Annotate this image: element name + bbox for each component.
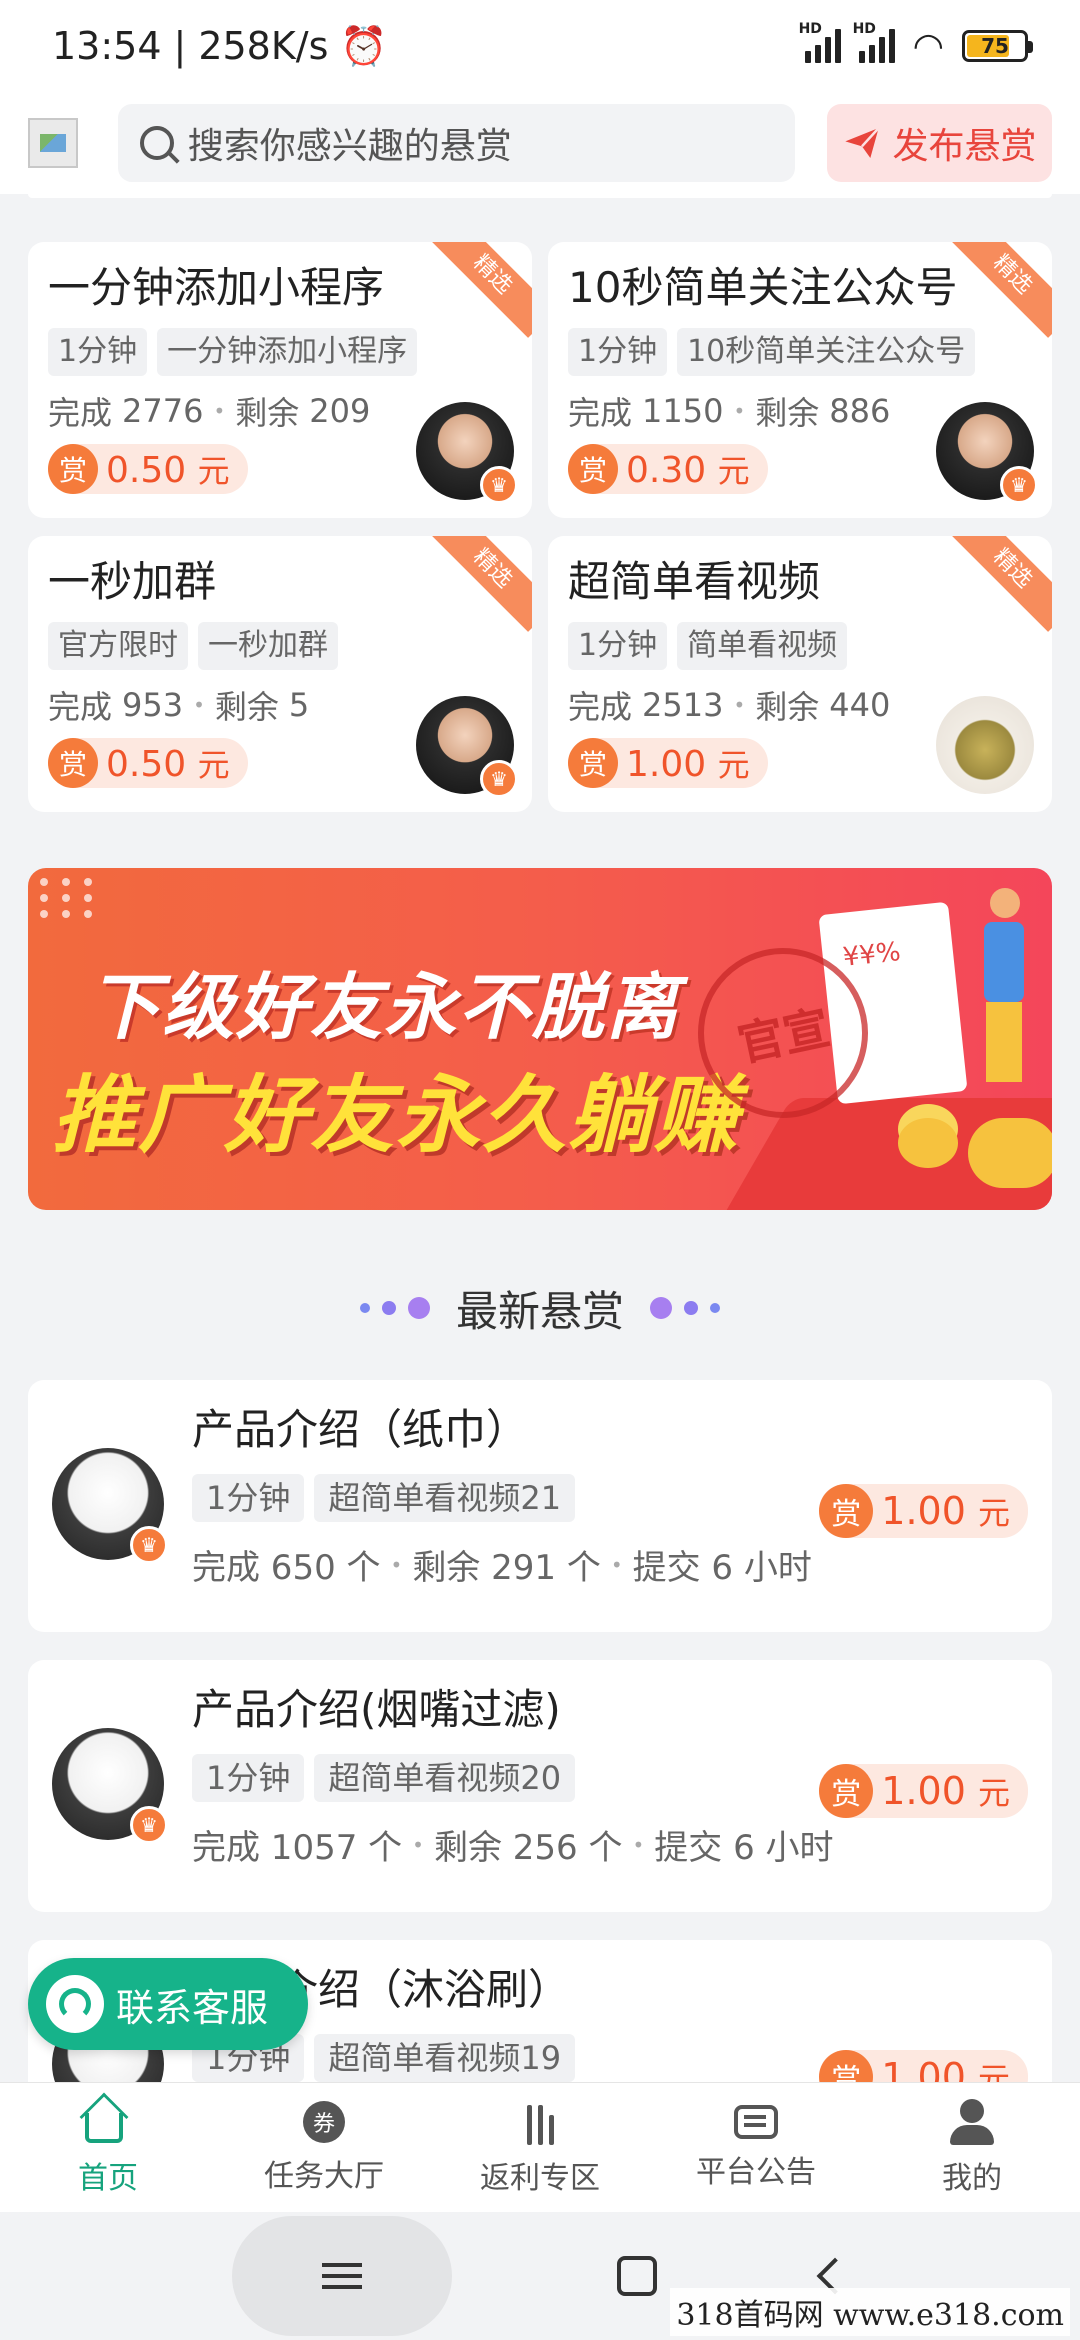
app-header: 搜索你感兴趣的悬赏 发布悬赏: [0, 92, 1080, 194]
reward-badge: 赏 1.00 元: [568, 738, 768, 788]
search-placeholder: 搜索你感兴趣的悬赏: [187, 126, 512, 167]
banner-piggy-bank-illustration: [968, 1118, 1052, 1188]
banner-person-illustration: [978, 888, 1038, 1088]
task-tag: 超简单看视频20: [314, 1754, 576, 1802]
wifi-icon: ◠: [912, 25, 944, 67]
task-stats: 完成 1057 个 • 剩余 256 个 • 提交 6 小时: [192, 1828, 834, 1868]
promo-banner[interactable]: ¥¥% 下级好友永不脱离 推广好友永久躺赚 官宣: [28, 868, 1052, 1210]
banner-coins-illustration: [898, 1118, 958, 1168]
task-badge-icon: 券: [303, 2100, 345, 2143]
nav-announcements[interactable]: 平台公告: [648, 2083, 864, 2212]
banner-dots: [40, 878, 98, 918]
paper-plane-icon: [845, 127, 881, 158]
task-tag: 超简单看视频21: [314, 1474, 576, 1522]
contact-support-label: 联系客服: [116, 1985, 269, 2030]
headset-icon: [46, 1975, 104, 2033]
task-title: 一秒加群: [48, 557, 217, 606]
logo-image: [28, 118, 78, 168]
user-icon: [950, 2098, 994, 2145]
recent-apps-button[interactable]: [232, 2216, 453, 2336]
alarm-icon: ⏰: [340, 23, 388, 68]
home-icon: [85, 2099, 131, 2145]
message-icon: [734, 2104, 778, 2139]
reward-badge: 赏 0.30 元: [568, 444, 768, 494]
net-speed: 258K/s: [198, 24, 329, 68]
watermark: 318首码网 www.e318.com: [670, 2288, 1070, 2336]
menu-icon: [322, 2263, 363, 2289]
signal-icon: HD: [799, 21, 841, 63]
publisher-avatar: ♛: [936, 402, 1038, 504]
banner-headline: 下级好友永不脱离: [88, 965, 681, 1049]
signal-icon-2: HD: [853, 21, 895, 63]
publisher-avatar: [936, 696, 1034, 794]
latest-task-item[interactable]: ♛ 产品介绍（纸巾） 1分钟 超简单看视频21 完成 650 个 • 剩余 291…: [28, 1380, 1052, 1632]
task-tag: 官方限时: [48, 622, 188, 670]
reward-badge: 赏 1.00 元: [819, 1484, 1028, 1538]
fork-knife-icon: [517, 2099, 563, 2145]
task-tag: 1分钟: [192, 1474, 305, 1522]
task-title: 10秒简单关注公众号: [568, 263, 958, 312]
banner-subheadline: 推广好友永久躺赚: [52, 1066, 741, 1164]
reward-badge: 赏 0.50 元: [48, 444, 248, 494]
reward-badge: 赏 1.00 元: [819, 1764, 1028, 1818]
task-tag: 1分钟: [568, 328, 668, 376]
section-decoration-right: [650, 1297, 720, 1319]
publish-button[interactable]: 发布悬赏: [827, 104, 1052, 182]
home-button[interactable]: [616, 2256, 657, 2296]
bottom-navigation: 首页 券 任务大厅 返利专区 平台公告 我的: [0, 2082, 1080, 2212]
task-title: 产品介绍（纸巾）: [192, 1405, 529, 1454]
crown-icon: ♛: [130, 1526, 168, 1564]
task-title: 产品介绍（沐浴刷）: [192, 1965, 571, 2014]
task-tag: 一秒加群: [198, 622, 338, 670]
publisher-avatar: ♛: [52, 1448, 168, 1564]
task-title: 一分钟添加小程序: [48, 263, 385, 312]
nav-rebate[interactable]: 返利专区: [432, 2083, 648, 2212]
nav-task-hall[interactable]: 券 任务大厅: [216, 2083, 432, 2212]
crown-icon: ♛: [130, 1806, 168, 1844]
contact-support-button[interactable]: 联系客服: [28, 1958, 308, 2050]
task-tag: 一分钟添加小程序: [157, 328, 418, 376]
task-tag: 1分钟: [568, 622, 668, 670]
section-decoration-left: [359, 1297, 430, 1319]
reward-badge: 赏 0.50 元: [48, 738, 248, 788]
publisher-avatar: ♛: [52, 1728, 168, 1844]
publisher-avatar: ♛: [416, 696, 518, 798]
latest-task-item[interactable]: ♛ 产品介绍(烟嘴过滤) 1分钟 超简单看视频20 完成 1057 个 • 剩余 …: [28, 1660, 1052, 1912]
task-tag: 1分钟: [192, 1754, 305, 1802]
search-bar[interactable]: 搜索你感兴趣的悬赏: [117, 104, 795, 182]
publish-label: 发布悬赏: [892, 126, 1037, 167]
crown-icon: ♛: [1000, 466, 1038, 504]
task-stats: 完成 650 个 • 剩余 291 个 • 提交 6 小时: [192, 1548, 812, 1588]
previous-card-edge: [28, 194, 1052, 198]
task-tag: 10秒简单关注公众号: [677, 328, 976, 376]
task-tag: 1分钟: [48, 328, 148, 376]
search-icon: [139, 126, 174, 160]
nav-profile[interactable]: 我的: [864, 2083, 1080, 2212]
nav-home[interactable]: 首页: [0, 2083, 216, 2212]
featured-task-card[interactable]: 精选 超简单看视频 1分钟 简单看视频 完成 2513 • 剩余 440 赏 1.0…: [548, 536, 1052, 812]
task-tag: 超简单看视频19: [314, 2034, 576, 2082]
featured-task-card[interactable]: 精选 一分钟添加小程序 1分钟 一分钟添加小程序 完成 2776 • 剩余 209 …: [28, 242, 532, 518]
battery-icon: 75: [962, 30, 1033, 62]
task-title: 超简单看视频: [568, 557, 821, 606]
task-title: 产品介绍(烟嘴过滤): [192, 1685, 561, 1734]
status-time: 13:54: [52, 24, 162, 68]
task-tag: 简单看视频: [677, 622, 848, 670]
featured-task-card[interactable]: 精选 一秒加群 官方限时 一秒加群 完成 953 • 剩余 5 赏 0.50 元 ♛: [28, 536, 532, 812]
crown-icon: ♛: [480, 760, 518, 798]
status-bar: 13:54 | 258K/s ⏰ HD HD ◠ 75: [0, 0, 1080, 92]
crown-icon: ♛: [480, 466, 518, 504]
publisher-avatar: ♛: [416, 402, 518, 504]
section-header: 最新悬赏: [0, 1278, 1080, 1338]
section-title: 最新悬赏: [455, 1286, 624, 1336]
featured-task-card[interactable]: 精选 10秒简单关注公众号 1分钟 10秒简单关注公众号 完成 1150 • 剩余…: [548, 242, 1052, 518]
